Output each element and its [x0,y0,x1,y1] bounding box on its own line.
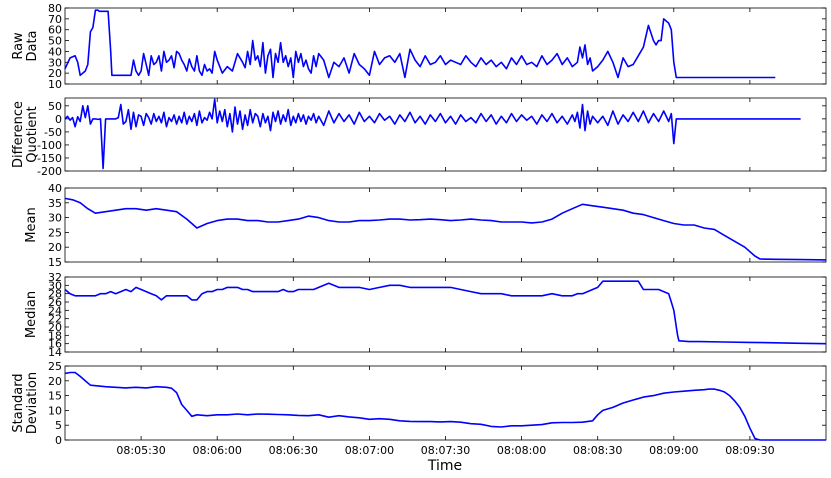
y-axis-title: Mean [24,207,39,242]
panel-mean: 15 20 2530 35 40 Mean [24,182,827,269]
y-axis-title: RawData [11,30,40,61]
x-tick-label: 08:09:00 [649,444,698,457]
plot-frame [64,276,827,353]
x-tick-label: 08:07:30 [421,444,470,457]
y-axis-title: Median [24,291,39,338]
panel-raw-data: 1020304050607080RawData [11,2,827,91]
panel-difference-quotient: -200-150-100-50050 DifferenceQuotient [11,97,827,178]
y-tick-label: -100 [37,139,62,152]
y-tick-label: 35 [48,197,62,210]
figure: 1020304050607080RawData -200-150-100-500… [11,2,827,474]
y-tick-label: 15 [48,390,62,403]
x-tick-label: 08:08:30 [573,444,622,457]
y-tick-label: 20 [48,241,62,254]
x-tick-label: 08:06:00 [192,444,241,457]
y-tick-label: 0 [55,113,62,126]
y-tick-label: -50 [44,126,62,139]
y-tick-label: 32 [48,271,62,284]
x-tick-label: 08:06:30 [269,444,318,457]
plot-frame [64,365,827,441]
y-tick-label: 80 [48,2,62,15]
y-axis-title: DifferenceQuotient [11,101,40,168]
x-tick-label: 08:08:00 [497,444,546,457]
x-tick-label: 08:09:30 [725,444,774,457]
x-tick-label: 08:07:00 [345,444,394,457]
y-tick-label: 5 [55,419,62,432]
y-axis-title: StandardDeviation [11,372,40,434]
y-tick-label: 50 [48,100,62,113]
panel-standard-deviation: 0510152025StandardDeviation [11,360,827,447]
y-tick-label: 25 [48,226,62,239]
y-tick-label: 15 [48,256,62,269]
panel-median: 14161820222426283032Median [24,271,827,359]
y-tick-label: 25 [48,360,62,373]
y-tick-label: 20 [48,375,62,388]
x-axis-label: Time [427,458,462,474]
plot-frame [64,187,827,263]
y-tick-label: 40 [48,182,62,195]
plot-frame [64,97,827,172]
y-tick-label: -200 [37,165,62,178]
y-tick-label: -150 [37,152,62,165]
y-tick-label: 10 [48,404,62,417]
y-tick-label: 30 [48,212,62,225]
x-axis: 08:05:30 08:06:00 08:06:30 08:07:00 08:07:30… [116,444,774,457]
y-tick-label: 0 [55,434,62,447]
x-tick-label: 08:05:30 [116,444,165,457]
plot-frame [64,7,827,85]
